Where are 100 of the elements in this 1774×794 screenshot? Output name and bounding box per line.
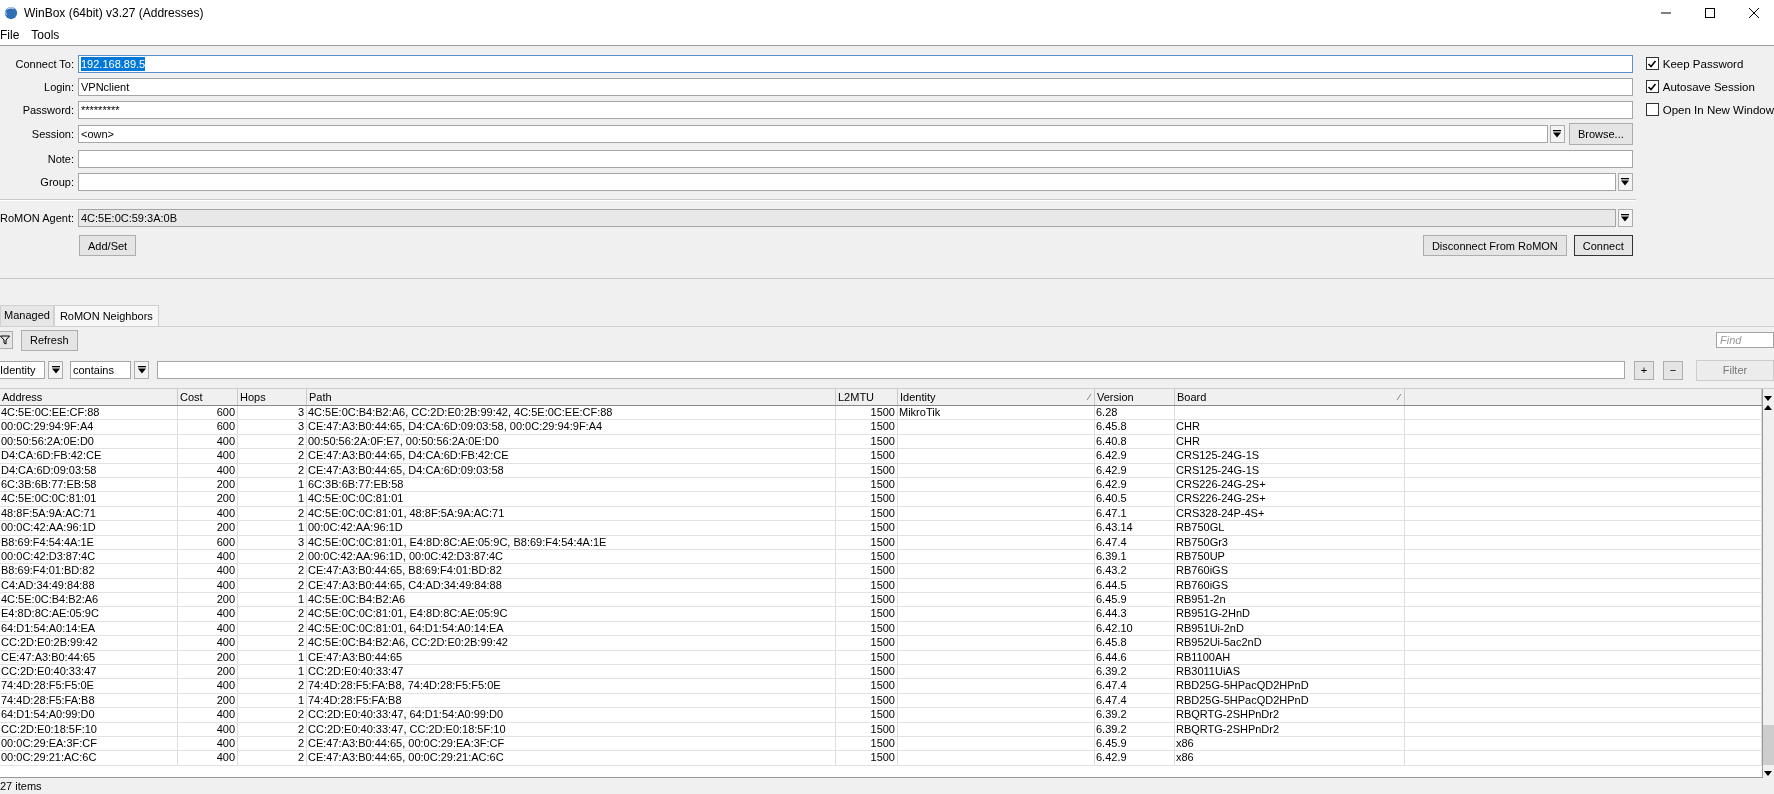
refresh-button[interactable]: Refresh [21, 329, 78, 351]
field-label: Login: [43, 80, 75, 93]
address-cell: 64:D1:54:A0:99:D0 [1, 708, 95, 721]
dropdown-button[interactable] [48, 361, 63, 379]
action-button[interactable]: Connect [1573, 235, 1633, 256]
board-cell: RB952Ui-5ac2nD [1176, 636, 1262, 649]
address-cell: 4C:5E:0C:EE:CF:88 [1, 406, 100, 418]
address-cell: 74:4D:28:F5:FA:B8 [1, 693, 95, 706]
cost-cell: 200 [216, 492, 235, 505]
dropdown-button[interactable] [134, 361, 149, 379]
checkbox-label: Open In New Window [1662, 103, 1774, 116]
input-field[interactable]: VPNclient [78, 77, 1633, 96]
input-field[interactable] [78, 172, 1616, 191]
hops-cell: 2 [297, 751, 304, 764]
address-cell: D4:CA:6D:09:03:58 [1, 463, 97, 476]
dropdown-button[interactable] [1617, 172, 1633, 191]
column-header[interactable]: Board [1175, 389, 1405, 405]
scroll-up-icon[interactable] [1763, 403, 1773, 413]
l2mtu-cell: 1500 [870, 636, 895, 649]
find-field[interactable]: Find [1716, 332, 1774, 348]
field-label: Password: [21, 103, 75, 116]
input-field[interactable]: 192.168.89.5 [78, 54, 1633, 73]
l2mtu-cell: 1500 [870, 693, 895, 706]
version-cell: 6.47.1 [1096, 506, 1127, 519]
address-cell: CE:47:A3:B0:44:65 [1, 650, 96, 663]
l2mtu-cell: 1500 [870, 477, 895, 490]
hops-cell: 1 [297, 650, 304, 663]
remove-filter-button[interactable]: − [1663, 360, 1683, 380]
version-cell: 6.42.9 [1096, 751, 1127, 764]
version-cell: 6.45.8 [1096, 636, 1127, 649]
l2mtu-cell: 1500 [870, 708, 895, 721]
action-button[interactable]: Disconnect From RoMON [1422, 235, 1567, 256]
address-cell: C4:AD:34:49:84:88 [1, 578, 95, 591]
filter-value-field[interactable] [157, 361, 1625, 379]
address-cell: 74:4D:28:F5:F5:0E [1, 679, 94, 692]
board-cell: CRS328-24P-4S+ [1176, 506, 1265, 519]
checkbox[interactable] [1645, 103, 1659, 116]
input-field[interactable] [78, 149, 1633, 168]
version-cell: 6.42.10 [1096, 621, 1133, 634]
hops-cell: 3 [297, 420, 304, 433]
dropdown-button[interactable] [1617, 208, 1633, 227]
l2mtu-cell: 1500 [870, 420, 895, 433]
cost-cell: 400 [216, 463, 235, 476]
menu-item[interactable]: File [0, 28, 20, 42]
version-cell: 6.40.5 [1096, 492, 1127, 505]
tab[interactable]: RoMON Neighbors [53, 305, 159, 326]
dropdown-button[interactable] [1549, 125, 1565, 143]
checkbox[interactable] [1645, 57, 1659, 70]
column-header[interactable]: L2MTU [836, 389, 898, 405]
path-cell: CC:2D:E0:40:33:47, 64:D1:54:A0:99:D0 [308, 708, 504, 721]
board-cell: CRS226-24G-2S+ [1176, 477, 1266, 490]
column-header[interactable]: Path [307, 389, 836, 405]
column-menu-icon[interactable] [1763, 393, 1773, 403]
cost-cell: 400 [216, 564, 235, 577]
l2mtu-cell: 1500 [870, 492, 895, 505]
hops-cell: 1 [297, 477, 304, 490]
sort-icon [1396, 393, 1402, 401]
column-header[interactable]: Cost [178, 389, 238, 405]
menu-item[interactable]: Tools [31, 28, 60, 42]
path-cell: CC:2D:E0:40:33:47 [308, 665, 404, 678]
version-cell: 6.42.9 [1096, 463, 1127, 476]
version-cell: 6.45.8 [1096, 420, 1127, 433]
column-select[interactable]: Identity [0, 361, 45, 379]
field-label: Connect To: [14, 57, 75, 70]
path-cell: 4C:5E:0C:0C:81:01, E4:8D:8C:AE:05:9C [308, 607, 508, 620]
address-cell: CC:2D:E0:2B:99:42 [1, 636, 98, 649]
operator-select[interactable]: contains [70, 361, 131, 379]
column-header[interactable]: Version [1095, 389, 1175, 405]
version-cell: 6.39.2 [1096, 665, 1127, 678]
cost-cell: 400 [216, 506, 235, 519]
l2mtu-cell: 1500 [870, 751, 895, 764]
board-cell: RB1100AH [1176, 650, 1231, 663]
dropdown-arrow-icon [1621, 177, 1630, 186]
filter-button[interactable] [0, 331, 13, 349]
browse-button[interactable]: Browse... [1568, 123, 1633, 145]
l2mtu-cell: 1500 [870, 564, 895, 577]
path-cell: CE:47:A3:B0:44:65 [308, 650, 403, 663]
version-cell: 6.39.1 [1096, 549, 1127, 562]
checkbox[interactable] [1645, 80, 1659, 93]
address-cell: 00:0C:42:D3:87:4C [1, 549, 96, 562]
add-set-button[interactable]: Add/Set [79, 235, 137, 256]
maximize-icon[interactable] [1704, 6, 1716, 19]
sort-icon [1086, 393, 1092, 401]
board-cell: RBQRTG-2SHPnDr2 [1176, 708, 1280, 721]
column-header[interactable]: Identity [898, 389, 1095, 405]
dropdown-arrow-icon [1621, 213, 1630, 222]
input-field[interactable]: ********* [78, 100, 1633, 119]
scroll-down-icon[interactable] [1763, 768, 1773, 778]
board-cell: RB951-2n [1176, 593, 1226, 606]
input-field[interactable]: <own> [78, 125, 1548, 143]
add-filter-button[interactable]: + [1634, 360, 1654, 380]
scrollbar-thumb[interactable] [1763, 725, 1774, 765]
version-cell: 6.44.3 [1096, 607, 1127, 620]
l2mtu-cell: 1500 [870, 449, 895, 462]
column-header[interactable]: Address [0, 389, 178, 405]
column-header[interactable]: Hops [238, 389, 307, 405]
close-icon[interactable] [1748, 6, 1760, 19]
l2mtu-cell: 1500 [870, 549, 895, 562]
tab[interactable]: Managed [0, 305, 54, 326]
path-cell: CE:47:A3:B0:44:65, 00:0C:29:21:AC:6C [308, 751, 504, 764]
